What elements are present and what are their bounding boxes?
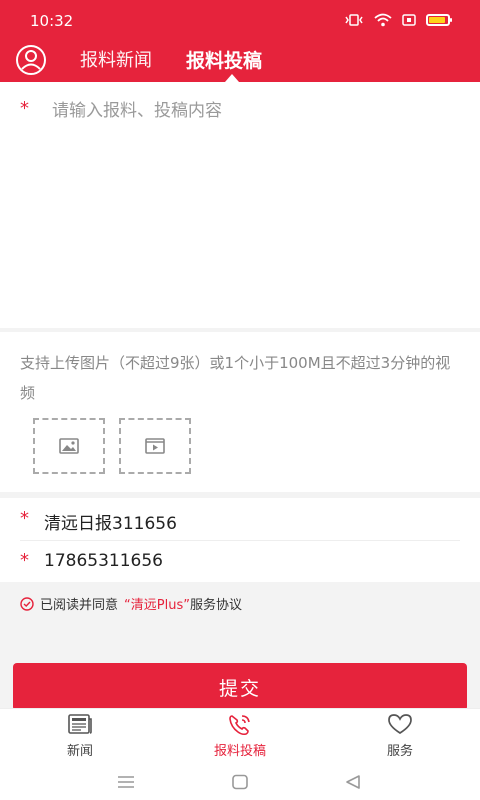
content-placeholder: 请输入报料、投稿内容 xyxy=(52,101,222,121)
required-mark: * xyxy=(20,508,29,529)
status-icons xyxy=(344,13,452,27)
system-nav-bar xyxy=(0,766,480,800)
upload-image-button[interactable] xyxy=(33,418,105,474)
home-square-icon xyxy=(232,774,248,790)
status-time: 10:32 xyxy=(30,12,74,30)
required-mark: * xyxy=(20,550,29,571)
heart-icon xyxy=(388,714,412,735)
phone-report-icon xyxy=(229,715,250,736)
agreement-row[interactable]: 已阅读并同意 “清远Plus” 服务协议 xyxy=(20,594,242,613)
nav-report-label: 报料投稿 xyxy=(213,744,266,759)
app-header: 10:32 报料新闻 报料投稿 xyxy=(0,0,480,82)
back-button[interactable] xyxy=(344,772,362,792)
active-tab-indicator xyxy=(225,74,239,82)
content-textarea[interactable]: * 请输入报料、投稿内容 xyxy=(0,82,480,328)
header-nav: 报料新闻 报料投稿 xyxy=(0,40,480,82)
contact-fields: * 清远日报311656 * 17865311656 xyxy=(0,498,480,582)
tab-news-report[interactable]: 报料新闻 xyxy=(80,46,152,72)
submit-button[interactable]: 提交 xyxy=(13,663,467,711)
agreement-link[interactable]: “清远Plus” xyxy=(124,594,190,613)
nav-news-label: 新闻 xyxy=(66,744,93,759)
upload-hint: 支持上传图片（不超过9张）或1个小于100M且不超过3分钟的视频 xyxy=(20,354,451,402)
sim-icon xyxy=(402,14,416,26)
newspaper-icon xyxy=(68,714,92,734)
agreement-suffix: 服务协议 xyxy=(189,598,242,613)
wifi-icon xyxy=(374,13,392,27)
nav-service[interactable]: 服务 xyxy=(350,713,450,759)
name-field[interactable]: * 清远日报311656 xyxy=(0,498,480,540)
back-triangle-icon xyxy=(346,775,360,789)
user-avatar-icon[interactable] xyxy=(14,43,48,77)
required-mark: * xyxy=(20,98,29,119)
tab-submit-report[interactable]: 报料投稿 xyxy=(186,46,262,73)
battery-icon xyxy=(426,14,452,26)
home-button[interactable] xyxy=(231,772,249,792)
image-icon xyxy=(59,438,79,454)
bottom-nav: 新闻 报料投稿 服务 xyxy=(0,708,480,766)
name-value: 清远日报311656 xyxy=(44,514,177,534)
vibrate-icon xyxy=(345,14,363,26)
check-circle-icon[interactable] xyxy=(20,596,34,611)
media-upload-section: 支持上传图片（不超过9张）或1个小于100M且不超过3分钟的视频 xyxy=(0,332,480,492)
video-icon xyxy=(145,438,165,454)
status-bar: 10:32 xyxy=(0,0,480,40)
nav-service-label: 服务 xyxy=(386,744,413,759)
nav-report[interactable]: 报料投稿 xyxy=(190,713,290,759)
menu-button[interactable] xyxy=(117,772,135,792)
upload-video-button[interactable] xyxy=(119,418,191,474)
agreement-prefix: 已阅读并同意 xyxy=(40,598,119,613)
nav-news[interactable]: 新闻 xyxy=(30,713,130,759)
phone-value: 17865311656 xyxy=(44,551,163,571)
menu-icon xyxy=(118,776,134,788)
phone-field[interactable]: * 17865311656 xyxy=(0,540,480,582)
